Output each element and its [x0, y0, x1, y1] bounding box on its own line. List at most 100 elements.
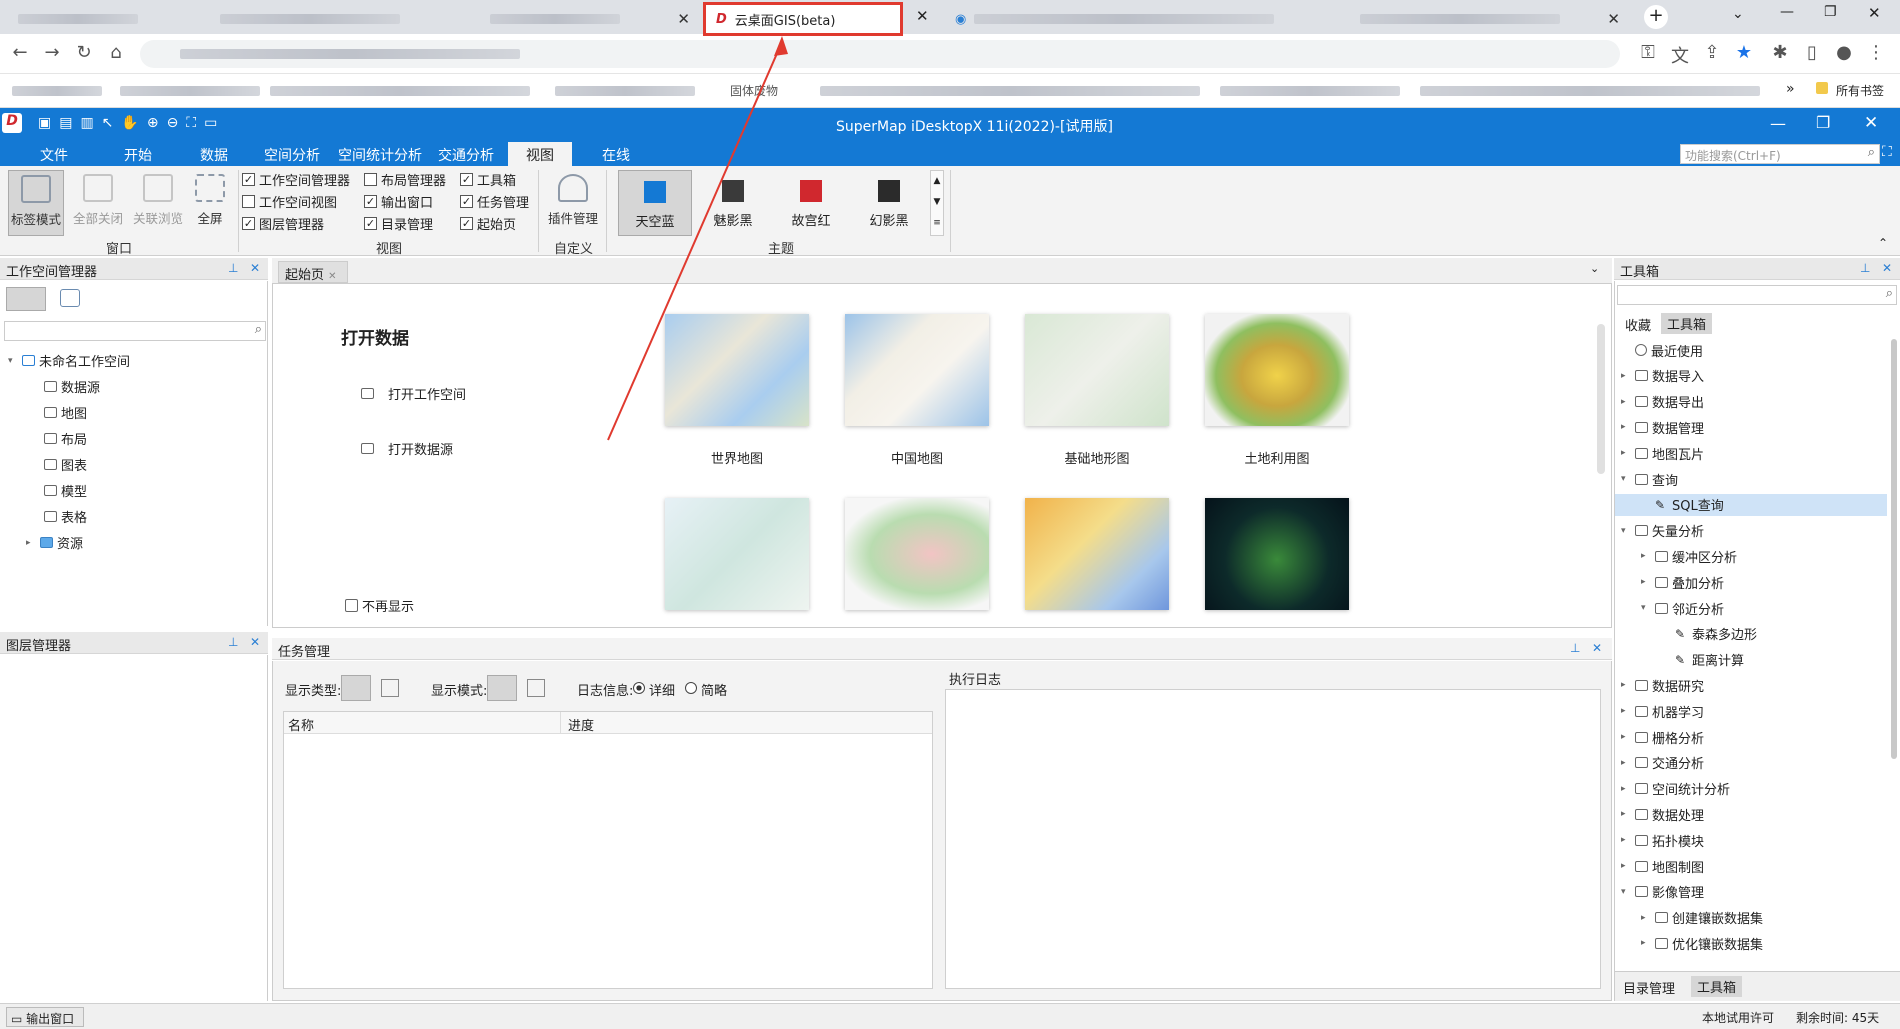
check-layer-manager[interactable]: ✓ 图层管理器	[242, 214, 324, 233]
more-bookmarks-icon[interactable]: »	[1786, 81, 1795, 97]
theme-scroll[interactable]: ▲ ▼ ≡	[930, 170, 944, 236]
expand-icon[interactable]: ▸	[1621, 397, 1631, 407]
close-panel-icon[interactable]: ✕	[1592, 641, 1602, 655]
toolbox-item[interactable]: ▸ 地图制图	[1615, 855, 1887, 877]
tab-favorites[interactable]: 收藏	[1625, 315, 1651, 334]
toolbox-item[interactable]: ▸ 交通分析	[1615, 752, 1887, 774]
menu-spatial-stats[interactable]: 空间统计分析	[338, 145, 422, 165]
tree-map[interactable]: 地图	[44, 403, 87, 422]
close-tab-icon[interactable]: ✕	[916, 7, 929, 25]
start-page-scrollbar[interactable]	[1597, 324, 1605, 474]
map-thumbnail[interactable]	[845, 498, 989, 610]
close-tab-icon[interactable]: ✕	[1607, 10, 1620, 28]
pin-icon[interactable]: ⊥	[228, 261, 238, 275]
app-minimize-icon[interactable]: —	[1770, 114, 1786, 133]
sidebar-icon[interactable]: ▯	[1800, 42, 1824, 63]
toolbox-item[interactable]: ▸ 数据研究	[1615, 674, 1887, 696]
toolbox-item[interactable]: ▾ 查询	[1615, 468, 1887, 490]
menu-spatial-analysis[interactable]: 空间分析	[264, 145, 320, 165]
toolbox-item[interactable]: ▸ 机器学习	[1615, 700, 1887, 722]
open-datasource-link[interactable]: 打开数据源	[361, 439, 453, 458]
app-close-icon[interactable]: ✕	[1864, 113, 1878, 133]
toolbox-item[interactable]: ▸ 数据导入	[1615, 365, 1887, 387]
close-panel-icon[interactable]: ✕	[250, 261, 260, 275]
toolbox-item[interactable]: ✎ SQL查询	[1615, 493, 1887, 516]
china-map-thumbnail[interactable]	[845, 314, 989, 426]
column-progress[interactable]: 进度	[568, 715, 594, 734]
expand-icon[interactable]: ▸	[1621, 809, 1631, 819]
task-list-icon[interactable]	[341, 675, 371, 701]
map-thumbnail[interactable]	[1025, 498, 1169, 610]
toolbox-item[interactable]: ✎ 泰森多边形	[1615, 623, 1887, 645]
tree-chart[interactable]: 图表	[44, 455, 87, 474]
check-layout-manager[interactable]: 布局管理器	[364, 170, 446, 189]
land-use-thumbnail[interactable]	[1205, 314, 1349, 426]
toolbox-item[interactable]: ▸ 创建镶嵌数据集	[1615, 907, 1887, 929]
check-output-window[interactable]: ✓ 输出窗口	[364, 192, 433, 211]
toolbox-item[interactable]: ▸ 数据处理	[1615, 803, 1887, 825]
app-restore-icon[interactable]: ❐	[1816, 113, 1830, 132]
tree-layout[interactable]: 布局	[44, 429, 87, 448]
tab-catalog[interactable]: 目录管理	[1623, 978, 1675, 997]
close-all-button[interactable]: 全部关闭	[70, 170, 126, 236]
expand-icon[interactable]: ▸	[1621, 861, 1631, 871]
tab-search-icon[interactable]: ⌄	[1732, 6, 1744, 22]
expand-icon[interactable]: ▸	[1621, 784, 1631, 794]
url-input[interactable]	[140, 40, 1620, 68]
output-window-button[interactable]: ▭ 输出窗口	[6, 1007, 84, 1027]
check-toolbox[interactable]: ✓ 工具箱	[460, 170, 516, 189]
expand-icon[interactable]: ▸	[1641, 551, 1651, 561]
grid-view-icon[interactable]	[487, 675, 517, 701]
bookmark-star-icon[interactable]: ★	[1732, 42, 1756, 63]
toolbox-item[interactable]: 最近使用	[1615, 339, 1887, 361]
toolbox-item[interactable]: ▸ 缓冲区分析	[1615, 545, 1887, 567]
tree-model[interactable]: 模型	[44, 481, 87, 500]
more-icon[interactable]: ⋮	[1864, 42, 1888, 63]
toolbox-item[interactable]: ▸ 优化镶嵌数据集	[1615, 932, 1887, 954]
workspace-search-input[interactable]: ⌕	[4, 321, 266, 341]
dont-show-checkbox[interactable]: 不再显示	[345, 596, 414, 615]
function-search-input[interactable]: 功能搜索(Ctrl+F) ⌕	[1680, 144, 1880, 164]
tree-datasource[interactable]: 数据源	[44, 377, 100, 396]
toolbox-item[interactable]: ▸ 栅格分析	[1615, 726, 1887, 748]
reload-icon[interactable]: ↻	[72, 42, 96, 63]
theme-illusion-black[interactable]: 幻影黑	[852, 170, 926, 236]
tree-workspace-root[interactable]: ▾ 未命名工作空间	[8, 351, 130, 370]
toolbox-item[interactable]: ▾ 邻近分析	[1615, 597, 1887, 619]
toolbox-item[interactable]: ▸ 地图瓦片	[1615, 442, 1887, 464]
search-icon[interactable]: ⌕	[255, 322, 262, 337]
menu-view[interactable]: 视图	[508, 142, 572, 166]
toolbox-scrollbar[interactable]	[1891, 339, 1897, 759]
browser-tab[interactable]	[210, 4, 450, 34]
toolbox-item[interactable]: ▸ 拓扑模块	[1615, 829, 1887, 851]
toolbox-item[interactable]: ▸ 空间统计分析	[1615, 778, 1887, 800]
back-icon[interactable]: ←	[8, 42, 32, 63]
search-icon[interactable]: ⌕	[1868, 145, 1875, 160]
restore-icon[interactable]: ❐	[1824, 4, 1837, 20]
expand-icon[interactable]: ▸	[1621, 835, 1631, 845]
cloud-workspace-icon[interactable]	[60, 289, 80, 307]
collapse-icon[interactable]: ▾	[8, 356, 18, 366]
pin-icon[interactable]: ⊥	[1860, 261, 1870, 275]
browser-tab[interactable]	[8, 4, 208, 34]
expand-icon[interactable]: ▾	[1621, 887, 1631, 897]
all-bookmarks[interactable]: 所有书签	[1836, 82, 1884, 99]
terrain-map-thumbnail[interactable]	[1025, 314, 1169, 426]
expand-icon[interactable]: ▸	[1621, 706, 1631, 716]
close-tab-icon[interactable]: ✕	[677, 10, 690, 28]
profile-icon[interactable]: ●	[1832, 42, 1856, 63]
extensions-icon[interactable]: ✱	[1768, 42, 1792, 63]
fullscreen-button[interactable]: 全屏	[186, 170, 234, 236]
new-tab-button[interactable]: +	[1644, 5, 1668, 29]
expand-icon[interactable]: ▸	[1641, 913, 1651, 923]
linked-browse-button[interactable]: 关联浏览	[130, 170, 186, 236]
expand-icon[interactable]: ▸	[1641, 938, 1651, 948]
tab-start-page[interactable]: 起始页 ✕	[278, 261, 348, 283]
column-view-icon[interactable]	[527, 679, 545, 697]
task-edit-icon[interactable]	[381, 679, 399, 697]
tree-resources[interactable]: ▸ 资源	[26, 533, 83, 552]
close-window-icon[interactable]: ✕	[1868, 4, 1881, 22]
tab-list-icon[interactable]: ⌄	[1590, 262, 1599, 275]
check-task-manager[interactable]: ✓ 任务管理	[460, 192, 529, 211]
tab-toolbox[interactable]: 工具箱	[1661, 313, 1713, 334]
